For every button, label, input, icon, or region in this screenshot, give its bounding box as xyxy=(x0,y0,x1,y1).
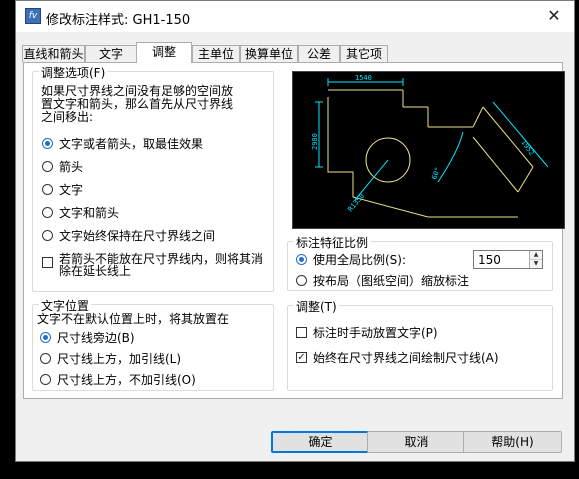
radio-arrows[interactable] xyxy=(42,161,53,172)
scale-group: 标注特征比例 使用全局比例(S): 150 ▲ ▼ 按布局（图纸空间）缩放标注 xyxy=(287,234,553,291)
radio-label[interactable]: 尺寸线旁边(B) xyxy=(57,329,135,346)
use-overall-scale-label[interactable]: 使用全局比例(S): xyxy=(313,251,406,268)
radio-beside-dim-line[interactable] xyxy=(40,332,51,343)
preview-drawing: 1540 2980 1952 R1350 60° xyxy=(311,74,549,218)
scale-group-label: 标注特征比例 xyxy=(294,234,371,251)
text-placement-description: 文字不在默认位置上时，将其放置在 xyxy=(37,312,230,326)
checkbox-always-draw-dim-line[interactable]: ✓ xyxy=(296,352,307,363)
radio-label[interactable]: 文字始终保持在尺寸界线之间 xyxy=(59,227,215,244)
tab-fit[interactable]: 调整 xyxy=(136,42,192,63)
ok-button[interactable]: 确定 xyxy=(271,431,370,453)
fit-options-group: 调整选项(F) 如果尺寸界线之间没有足够的空间放 置文字和箭头，那么首先从尺寸界… xyxy=(32,64,274,292)
radio-keep-text-between[interactable] xyxy=(42,230,53,241)
help-button[interactable]: 帮助(H) xyxy=(463,431,562,453)
radio-scale-to-layout[interactable] xyxy=(296,275,307,286)
overall-scale-value[interactable]: 150 xyxy=(478,253,501,267)
description-line: 之间移出: xyxy=(41,110,94,124)
tab-text[interactable]: 文字 xyxy=(85,45,137,62)
checkbox-suppress-arrows-label[interactable]: 若箭头不能放在尺寸界线内，则将其消 除在延长线上 xyxy=(59,253,263,277)
radio-text-and-arrows[interactable] xyxy=(42,207,53,218)
radio-label[interactable]: 文字或者箭头，取最佳效果 xyxy=(59,135,203,152)
radio-label[interactable]: 尺寸线上方，不加引线(O) xyxy=(57,371,196,388)
text-placement-group: 文字位置 文字不在默认位置上时，将其放置在 尺寸线旁边(B) 尺寸线上方，加引线… xyxy=(32,297,274,391)
tab-other[interactable]: 其它项 xyxy=(340,45,388,62)
cancel-button[interactable]: 取消 xyxy=(367,431,466,453)
preview-label: R1350 xyxy=(346,192,366,213)
radio-text-or-arrows[interactable] xyxy=(42,138,53,149)
preview-labels: 1540 2980 1952 R1350 60° xyxy=(311,74,536,213)
spin-down-icon[interactable]: ▼ xyxy=(529,260,542,268)
fine-tuning-group: 调整(T) 标注时手动放置文字(P) ✓ 始终在尺寸界线之间绘制尺寸线(A) xyxy=(287,298,553,391)
preview-label: 2980 xyxy=(311,133,319,150)
radio-label[interactable]: 文字 xyxy=(59,181,83,198)
preview-panel: 1540 2980 1952 R1350 60° xyxy=(292,71,565,229)
checkbox-suppress-arrows[interactable] xyxy=(42,257,53,268)
radio-use-overall-scale[interactable] xyxy=(296,254,307,265)
radio-label[interactable]: 文字和箭头 xyxy=(59,204,119,221)
preview-label: 1540 xyxy=(355,74,372,82)
radio-label[interactable]: 箭头 xyxy=(59,158,83,175)
tab-alternate-units[interactable]: 换算单位 xyxy=(240,45,298,62)
app-icon: fv xyxy=(25,8,41,24)
manual-text-label[interactable]: 标注时手动放置文字(P) xyxy=(313,324,438,341)
title-bar: fv 修改标注样式: GH1-150 ✕ xyxy=(16,1,574,32)
always-draw-label[interactable]: 始终在尺寸界线之间绘制尺寸线(A) xyxy=(313,349,499,366)
overall-scale-spinner[interactable]: 150 ▲ ▼ xyxy=(473,250,543,269)
close-button[interactable]: ✕ xyxy=(544,6,564,26)
fit-options-label: 调整选项(F) xyxy=(39,64,108,81)
radio-over-with-leader[interactable] xyxy=(40,353,51,364)
tab-primary-units[interactable]: 主单位 xyxy=(192,45,240,62)
tab-lines-arrows[interactable]: 直线和箭头 xyxy=(22,45,85,62)
tab-tolerances[interactable]: 公差 xyxy=(298,45,340,62)
scale-to-layout-label[interactable]: 按布局（图纸空间）缩放标注 xyxy=(313,272,469,289)
spin-up-icon[interactable]: ▲ xyxy=(529,251,542,260)
window-title: 修改标注样式: GH1-150 xyxy=(46,13,191,28)
label-line: 除在延长线上 xyxy=(59,264,132,278)
fit-options-description: 如果尺寸界线之间没有足够的空间放 置文字和箭头，那么首先从尺寸界线 之间移出: xyxy=(41,85,233,124)
radio-over-without-leader[interactable] xyxy=(40,374,51,385)
radio-label[interactable]: 尺寸线上方，加引线(L) xyxy=(57,350,181,367)
fine-tuning-label: 调整(T) xyxy=(294,298,339,315)
checkbox-manual-text[interactable] xyxy=(296,327,307,338)
preview-dimensions xyxy=(315,78,549,201)
radio-text[interactable] xyxy=(42,184,53,195)
dimension-style-dialog: fv 修改标注样式: GH1-150 ✕ 直线和箭头 文字 调整 主单位 换算单… xyxy=(15,0,575,462)
